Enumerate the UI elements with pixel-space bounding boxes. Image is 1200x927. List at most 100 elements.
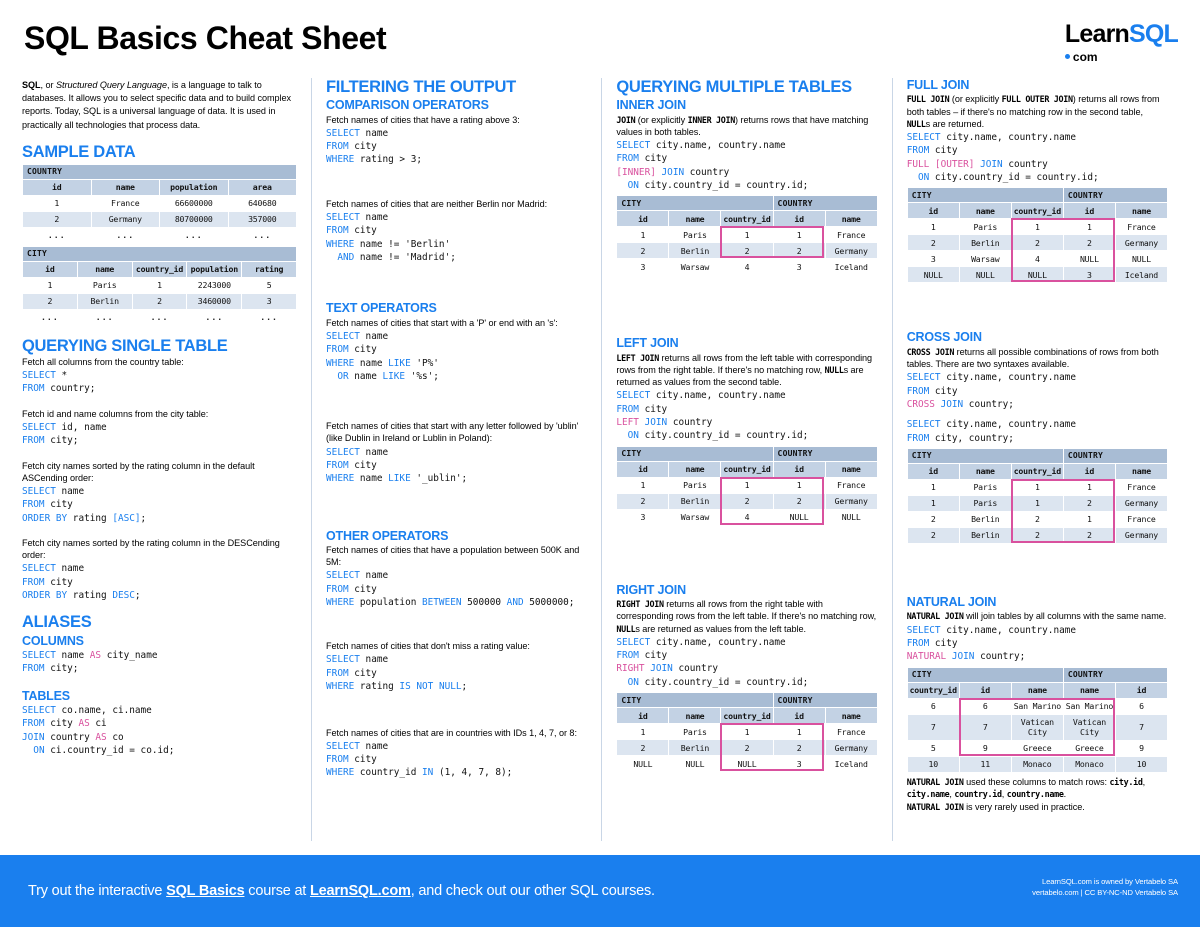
cell: France	[90, 194, 160, 212]
cell: 3	[1062, 266, 1116, 284]
section-filtering-the-output: FILTERING THE OUTPUT	[326, 78, 516, 96]
subsection-cross-join: CROSS JOIN	[906, 330, 982, 345]
join-table: CITY COUNTRY country_id id name name id 6 6 San M…	[906, 666, 1169, 773]
col-header: id	[22, 260, 78, 278]
subsection-columns: COLUMNS	[22, 633, 84, 648]
code-block: SELECT name FROM city WHERE rating IS NOT …	[326, 654, 468, 693]
code-block: SELECT city.name, country.name FROM city R…	[616, 636, 809, 688]
cell: 3	[772, 755, 826, 773]
cell: France	[1114, 478, 1169, 496]
country-table-caption: COUNTRY	[21, 163, 298, 180]
cell: Berlin	[958, 526, 1012, 544]
cell: 2	[906, 526, 960, 544]
col-header: name	[668, 460, 722, 478]
cell: NULL	[772, 508, 826, 526]
country-sample-table: COUNTRY id name population area 1 France…	[21, 163, 298, 244]
cell: 4	[1010, 250, 1064, 268]
footer-link-learnsql[interactable]: LearnSQL.com	[310, 883, 411, 899]
cell: NULL	[668, 755, 722, 773]
cell: San Marino	[1062, 697, 1116, 715]
caption-country: COUNTRY	[1062, 447, 1169, 464]
cell: 1	[131, 276, 188, 294]
inner-join-result-table: CITY COUNTRY id name country_id id name 1 Paris 1…	[616, 195, 878, 276]
table-row: 2 Berlin 2 2 Germany	[616, 739, 878, 757]
table-caption-row: CITY COUNTRY	[906, 447, 1169, 464]
query-description: Fetch names of cities that are in countr…	[326, 727, 577, 738]
col-header: name	[76, 260, 133, 278]
cell: 357000	[227, 210, 298, 228]
caption-city: CITY	[906, 666, 1064, 683]
logo-wordmark: LearnSQL	[1064, 20, 1179, 48]
col-header: name	[668, 707, 722, 725]
table-caption-row: CITY COUNTRY	[616, 692, 878, 709]
query-description: Fetch names of cities that have a rating…	[326, 114, 520, 125]
cell: 1	[616, 723, 670, 741]
cell: 2243000	[186, 276, 243, 294]
subsection-full-join: FULL JOIN	[906, 78, 970, 92]
footer-bar: Try out the interactive SQL Basics cours…	[0, 855, 1200, 927]
query-description: Fetch names of cities that start with a …	[326, 317, 558, 328]
table-row: 1 Paris 1 1 France	[906, 218, 1169, 236]
table-row: 3 Warsaw 4 3 Iceland	[616, 258, 878, 276]
caption-city: CITY	[616, 692, 774, 709]
col-header: name	[824, 707, 878, 725]
cell: Paris	[668, 226, 722, 244]
cell: 1	[1010, 494, 1064, 512]
query-description: Fetch names of cities that start with an…	[326, 421, 579, 444]
cell: 2	[1062, 526, 1116, 544]
left-join-result-table: CITY COUNTRY id name country_id id name 1 Paris 1…	[616, 445, 878, 526]
table-caption-row: CITY	[21, 245, 298, 262]
subsection-other-operators: OTHER OPERATORS	[326, 528, 449, 543]
table-caption-row: CITY COUNTRY	[906, 666, 1169, 683]
logo-com-text: com	[1072, 50, 1098, 64]
join-description: RIGHT JOIN returns all rows from the rig…	[616, 599, 877, 634]
cell: ...	[22, 308, 78, 326]
cell: 1	[906, 218, 960, 236]
table-header-row: country_id id name name id	[906, 681, 1169, 699]
caption-country: COUNTRY	[772, 195, 878, 212]
table-row: 5 9 Greece Greece 9	[906, 739, 1169, 757]
cell: Paris	[958, 218, 1012, 236]
join-description: FULL JOIN (or explicitly FULL OUTER JOIN…	[906, 94, 1160, 129]
cell: 6	[958, 697, 1012, 715]
cell: Germany	[1114, 494, 1169, 512]
col-header: name	[1010, 681, 1064, 699]
col-header: country_id	[720, 210, 774, 228]
cell: 2	[22, 292, 78, 310]
table-row: 1 Paris 1 2 Germany	[906, 494, 1169, 512]
cell: 1	[1010, 478, 1064, 496]
cell: 1	[616, 476, 670, 494]
subsection-tables: TABLES	[22, 688, 70, 703]
logo-learn-text: Learn	[1064, 20, 1130, 48]
dot-icon	[1064, 54, 1070, 60]
col-header: name	[958, 462, 1012, 480]
table-header-row: id name country_id id name	[906, 462, 1169, 480]
full-join-result-table: CITY COUNTRY id name country_id id name 1 Paris 1…	[906, 187, 1169, 284]
code-block: SELECT name FROM city WHERE country_id IN …	[326, 740, 513, 779]
footer-text-a: Try out the interactive	[28, 883, 167, 899]
cell: Iceland	[824, 755, 878, 773]
cell: France	[824, 226, 878, 244]
cell: 1	[906, 494, 960, 512]
code-block: SELECT co.name, ci.name FROM city AS ci JO…	[22, 705, 175, 757]
table-row: NULL NULL NULL 3 Iceland	[616, 755, 878, 773]
col-header: name	[824, 210, 878, 228]
col-header: id	[1114, 681, 1169, 699]
subsection-text-operators: TEXT OPERATORS	[326, 301, 437, 316]
footer-link-sql-basics[interactable]: SQL Basics	[166, 883, 245, 899]
cell: 2	[720, 492, 774, 510]
column-2: FILTERING THE OUTPUT COMPARISON OPERATOR…	[311, 78, 601, 841]
footer-cta-text: Try out the interactive SQL Basics cours…	[0, 883, 655, 899]
right-join-result-table: CITY COUNTRY id name country_id id name 1 Paris 1…	[616, 692, 878, 773]
cell: 3	[616, 258, 670, 276]
cell: 9	[1114, 739, 1169, 757]
join-description: NATURAL JOIN will join tables by all col…	[906, 611, 1167, 622]
cell: Monaco	[1010, 755, 1064, 773]
caption-city: CITY	[906, 187, 1064, 204]
cell: ...	[22, 226, 92, 244]
cell: Berlin	[668, 242, 722, 260]
col-header: name	[1114, 202, 1169, 220]
